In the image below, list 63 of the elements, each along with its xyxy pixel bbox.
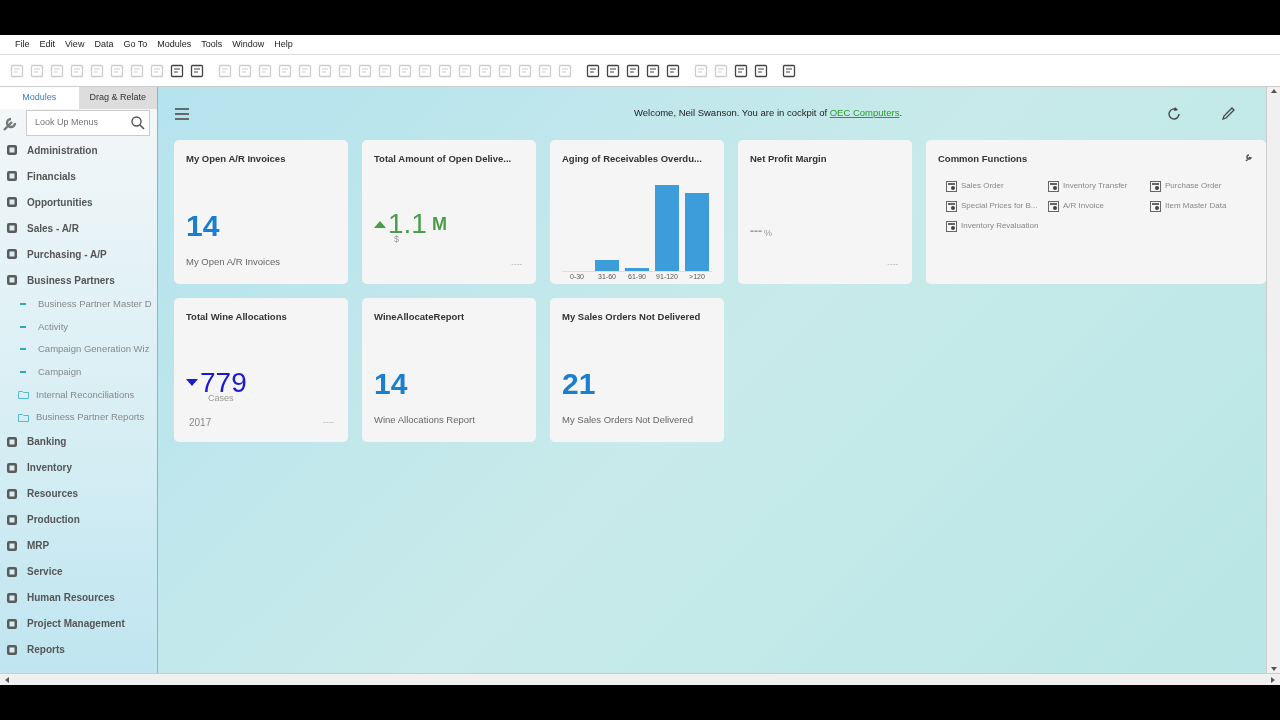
kpi-unit: % — [764, 226, 772, 240]
sidebar-item[interactable]: Reports — [27, 642, 65, 658]
footer-dashes: ---- — [511, 258, 522, 270]
function-link[interactable]: Item Master Data — [1150, 200, 1252, 213]
kpi-unit: $ — [394, 235, 400, 245]
submenu-item[interactable]: Campaign Generation Wiz — [38, 342, 150, 357]
function-link[interactable]: Sales Order — [946, 180, 1048, 193]
kpi-caption: My Sales Orders Not Delivered — [562, 413, 694, 428]
footer-dashes: ---- — [323, 416, 334, 428]
kpi-value: 21 — [562, 369, 597, 400]
menu-item[interactable]: Tools — [196, 37, 228, 52]
kpi-suffix: M — [431, 212, 447, 236]
sidebar-item[interactable]: Inventory — [27, 460, 72, 476]
sidebar-item[interactable]: Opportunities — [27, 194, 93, 210]
welcome-text: Welcome, Neil Swanson. You are in cockpit of OEC Computers. — [633, 107, 903, 119]
footer-dashes: ---- — [887, 258, 898, 270]
sidebar-item[interactable]: Administration — [27, 142, 98, 158]
tile-title: Common Functions — [938, 152, 1028, 166]
sidebar-tab[interactable]: Modules — [0, 87, 79, 109]
kpi-value: 14 — [186, 211, 221, 242]
menu-item[interactable]: View — [60, 37, 90, 52]
sidebar-item[interactable]: Resources — [27, 486, 79, 502]
submenu-item[interactable]: Business Partner Master D — [38, 297, 152, 312]
sidebar-item[interactable]: Sales - A/R — [27, 220, 79, 236]
function-link[interactable]: Inventory Transfer — [1048, 180, 1150, 193]
function-link[interactable]: Special Prices for B... — [946, 200, 1048, 213]
submenu-item[interactable]: Activity — [38, 319, 69, 334]
menu-item[interactable]: Edit — [34, 37, 61, 52]
sidebar-item[interactable]: Service — [27, 564, 63, 580]
tile-title: Net Profit Margin — [750, 152, 827, 166]
sidebar-item[interactable]: Financials — [27, 168, 76, 184]
function-link[interactable]: Inventory Revaluation — [946, 220, 1048, 233]
kpi-value: 14 — [374, 369, 409, 400]
sidebar-item[interactable]: Purchasing - A/P — [27, 246, 107, 262]
submenu-item[interactable]: Business Partner Reports — [36, 410, 145, 425]
sidebar-item[interactable]: MRP — [27, 538, 50, 554]
function-link[interactable]: Purchase Order — [1150, 180, 1252, 193]
sidebar-item[interactable]: Human Resources — [27, 590, 115, 606]
tile-title: My Sales Orders Not Delivered — [562, 310, 701, 324]
menu-item[interactable]: Modules — [152, 37, 197, 52]
menu-item[interactable]: Help — [269, 37, 298, 52]
submenu-item[interactable]: Internal Reconciliations — [36, 387, 135, 402]
tile-title: Aging of Receivables Overdu... — [562, 152, 702, 166]
tile-title: Total Amount of Open Delive... — [374, 152, 512, 166]
sidebar-item[interactable]: Banking — [27, 434, 67, 450]
function-link[interactable]: A/R Invoice — [1048, 200, 1150, 213]
kpi-value: --- — [750, 223, 762, 241]
submenu-item[interactable]: Campaign — [38, 364, 82, 380]
year-label: 2017 — [189, 416, 212, 430]
menu-item[interactable]: Window — [227, 37, 270, 52]
kpi-unit: Cases — [208, 394, 235, 404]
kpi-caption: Wine Allocations Report — [374, 413, 476, 428]
menu-item[interactable]: Data — [89, 37, 119, 52]
sidebar-item[interactable]: Project Management — [27, 616, 125, 632]
menu-item[interactable]: Go To — [118, 37, 153, 52]
kpi-caption: My Open A/R Invoices — [186, 255, 281, 270]
sidebar-item[interactable]: Production — [27, 512, 80, 528]
tile-title: My Open A/R Invoices — [186, 152, 286, 166]
sidebar-item[interactable]: Business Partners — [27, 272, 115, 288]
menu-item[interactable]: File — [10, 37, 35, 52]
tile-title: WineAllocateReport — [374, 310, 465, 324]
sidebar-tab[interactable]: Drag & Relate — [78, 87, 157, 109]
tile-title: Total Wine Allocations — [186, 310, 287, 324]
